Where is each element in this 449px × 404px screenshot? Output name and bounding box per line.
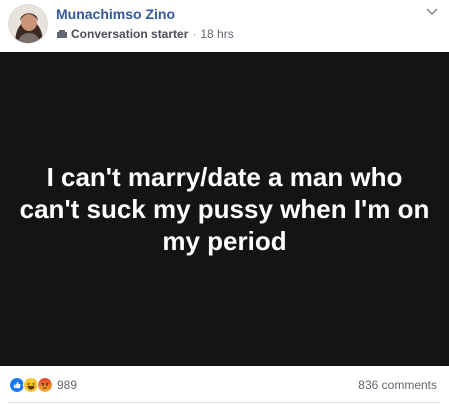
meta-separator: · bbox=[192, 27, 197, 41]
avatar-image bbox=[9, 5, 47, 43]
post-card: Munachimso Zino Conversation starter · 1… bbox=[0, 0, 449, 404]
author-name[interactable]: Munachimso Zino bbox=[56, 6, 175, 22]
conversation-starter-icon bbox=[57, 30, 67, 38]
avatar[interactable] bbox=[8, 4, 48, 44]
post-header: Munachimso Zino Conversation starter · 1… bbox=[0, 0, 449, 52]
reactions-count[interactable]: 989 bbox=[57, 378, 77, 392]
comments-count-link[interactable]: 836 comments bbox=[358, 378, 437, 392]
badge-label[interactable]: Conversation starter bbox=[71, 27, 188, 41]
post-footer: 989 836 comments bbox=[0, 366, 449, 404]
footer-divider bbox=[8, 402, 441, 403]
post-background-canvas: I can't marry/date a man who can't suck … bbox=[0, 52, 449, 366]
reactions-summary[interactable]: 989 bbox=[9, 377, 77, 393]
post-meta: Conversation starter · 18 hrs bbox=[56, 27, 234, 41]
chevron-down-icon[interactable] bbox=[425, 6, 439, 16]
post-timestamp[interactable]: 18 hrs bbox=[200, 27, 233, 41]
angry-icon bbox=[37, 377, 53, 393]
post-body-text: I can't marry/date a man who can't suck … bbox=[19, 162, 430, 256]
